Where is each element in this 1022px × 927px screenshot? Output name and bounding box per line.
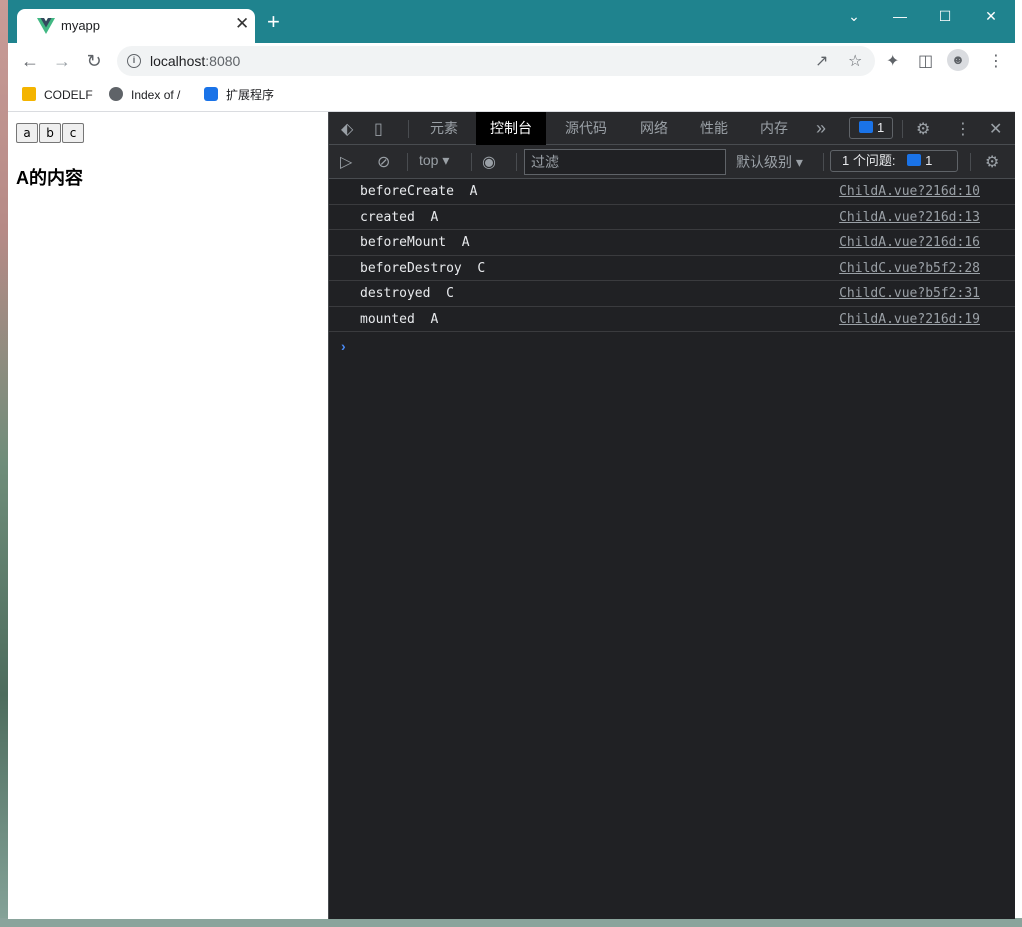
inspect-element-icon[interactable]: ⬖	[341, 119, 353, 139]
more-tabs-icon[interactable]: »	[816, 112, 826, 145]
log-message: destroyed C	[360, 286, 454, 301]
log-source-link[interactable]: ChildC.vue?b5f2:31	[839, 286, 980, 301]
devtools-panel: ⬖ ▯ 元素 控制台 源代码 网络 性能 内存 » 1 ⚙ ⋮ ✕ ▷ ⊘ to…	[328, 112, 1015, 919]
separator	[408, 120, 409, 138]
reload-button[interactable]: ↻	[81, 49, 107, 73]
tab-network[interactable]: 网络	[640, 112, 668, 145]
sidebar-toggle-icon[interactable]: ▷	[340, 152, 352, 172]
browser-tab[interactable]: myapp ✕	[17, 9, 255, 43]
menu-icon[interactable]: ⋮	[988, 51, 1004, 71]
side-panel-icon[interactable]: ◫	[918, 51, 933, 71]
console-settings-icon[interactable]: ⚙	[985, 152, 999, 172]
extensions-icon[interactable]: ✦	[886, 51, 899, 71]
log-message: mounted A	[360, 311, 439, 327]
bookmark-star-icon[interactable]: ☆	[848, 51, 862, 71]
separator	[516, 153, 517, 171]
console-output: beforeCreate A ChildA.vue?216d:10 create…	[329, 179, 1015, 332]
bookmark-index[interactable]: Index of /	[109, 85, 180, 105]
url-text: localhost:8080	[150, 53, 241, 69]
issues-counter[interactable]: 1 个问题: 1	[830, 150, 958, 172]
live-expression-eye-icon[interactable]: ◉	[482, 152, 496, 172]
console-filter-input[interactable]	[524, 149, 726, 175]
log-source-link[interactable]: ChildA.vue?216d:19	[839, 312, 980, 327]
separator	[471, 153, 472, 171]
tab-console[interactable]: 控制台	[476, 112, 546, 145]
message-icon	[859, 121, 873, 133]
log-message: beforeCreate A	[360, 184, 478, 199]
separator	[970, 153, 971, 171]
more-options-icon[interactable]: ⋮	[955, 119, 971, 139]
share-icon[interactable]: ↗	[815, 51, 828, 71]
console-toolbar: ▷ ⊘ top ▾ ◉ 默认级别 ▾ 1 个问题: 1 ⚙	[329, 145, 1015, 179]
log-source-link[interactable]: ChildC.vue?b5f2:28	[839, 261, 980, 276]
minimize-button[interactable]: —	[882, 5, 918, 27]
device-toolbar-icon[interactable]: ▯	[374, 119, 383, 139]
tab-performance[interactable]: 性能	[700, 112, 728, 145]
profile-avatar[interactable]: ☻	[947, 49, 969, 71]
page-content: a b c A的内容	[8, 112, 328, 919]
context-selector[interactable]: top ▾	[419, 152, 449, 169]
bookmark-extensions[interactable]: 扩展程序	[204, 85, 274, 105]
puzzle-icon	[204, 87, 218, 101]
back-button[interactable]: ←	[17, 49, 43, 73]
log-row: beforeDestroy C ChildC.vue?b5f2:28	[329, 256, 1015, 281]
browser-toolbar: ← → ↻ i localhost:8080 ↗ ☆ ✦ ◫ ☻ ⋮	[8, 43, 1015, 79]
settings-icon[interactable]: ⚙	[916, 119, 930, 139]
desktop-background-bottom	[0, 918, 1022, 927]
close-devtools-icon[interactable]: ✕	[989, 119, 1002, 139]
log-row: beforeMount A ChildA.vue?216d:16	[329, 230, 1015, 256]
tab-memory[interactable]: 内存	[760, 112, 788, 145]
tab-search-icon[interactable]: ⌄	[836, 5, 872, 27]
site-info-icon[interactable]: i	[127, 54, 141, 68]
codelf-icon	[22, 87, 36, 101]
log-source-link[interactable]: ChildA.vue?216d:10	[839, 184, 980, 199]
new-tab-button[interactable]: +	[267, 11, 280, 33]
button-c[interactable]: c	[62, 123, 84, 143]
log-source-link[interactable]: ChildA.vue?216d:16	[839, 235, 980, 250]
log-message: beforeDestroy C	[360, 260, 486, 276]
tab-sources[interactable]: 源代码	[565, 112, 607, 145]
browser-window: myapp ✕ + ⌄ — ☐ ✕ ← → ↻ i localhost:8080…	[8, 0, 1015, 919]
globe-icon	[109, 87, 123, 101]
address-bar[interactable]: i localhost:8080 ↗ ☆	[117, 46, 875, 76]
log-row: created A ChildA.vue?216d:13	[329, 205, 1015, 230]
console-prompt[interactable]: ›	[341, 338, 346, 354]
close-window-button[interactable]: ✕	[973, 5, 1009, 27]
message-icon	[907, 154, 922, 166]
page-heading: A的内容	[16, 168, 83, 188]
log-message: beforeMount A	[360, 235, 470, 250]
separator	[823, 153, 824, 171]
forward-button[interactable]: →	[49, 49, 75, 73]
bookmark-codelf[interactable]: CODELF	[22, 85, 93, 105]
bookmarks-bar: CODELF Index of / 扩展程序	[8, 79, 1015, 112]
separator	[902, 120, 903, 138]
vue-logo-icon	[37, 18, 55, 34]
close-tab-icon[interactable]: ✕	[235, 14, 249, 34]
button-a[interactable]: a	[16, 123, 38, 143]
log-row: beforeCreate A ChildA.vue?216d:10	[329, 179, 1015, 205]
log-row: mounted A ChildA.vue?216d:19	[329, 307, 1015, 332]
clear-console-icon[interactable]: ⊘	[377, 152, 390, 172]
devtools-tab-bar: ⬖ ▯ 元素 控制台 源代码 网络 性能 内存 » 1 ⚙ ⋮ ✕	[329, 112, 1015, 145]
background-page-edge	[1014, 0, 1022, 927]
log-message: created A	[360, 209, 439, 225]
maximize-button[interactable]: ☐	[927, 5, 963, 27]
log-level-selector[interactable]: 默认级别 ▾	[736, 152, 803, 172]
log-row: destroyed C ChildC.vue?b5f2:31	[329, 281, 1015, 307]
issues-badge[interactable]: 1	[849, 117, 893, 139]
title-bar: myapp ✕ + ⌄ — ☐ ✕	[8, 0, 1015, 43]
separator	[407, 153, 408, 171]
button-b[interactable]: b	[39, 123, 61, 143]
log-source-link[interactable]: ChildA.vue?216d:13	[839, 210, 980, 225]
tab-title: myapp	[61, 18, 101, 33]
tab-elements[interactable]: 元素	[430, 112, 458, 145]
